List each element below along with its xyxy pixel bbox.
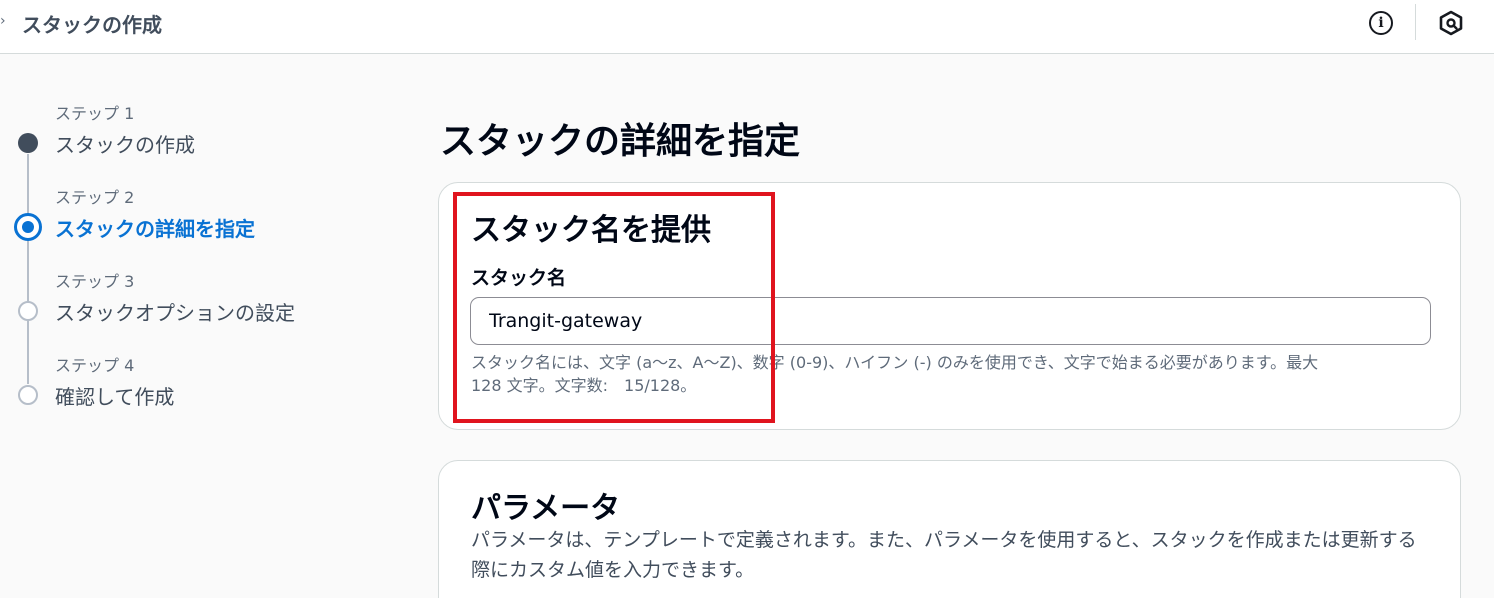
stack-name-input[interactable] [470,297,1431,345]
parameters-description: パラメータは、テンプレートで定義されます。また、パラメータを使用すると、スタック… [471,529,1417,581]
hint-line: スタック名には、文字 (a〜z、A〜Z)、数字 (0-9)、ハイフン (-) の… [471,353,1319,372]
hint-line: 128 文字。文字数: 15/128。 [471,376,697,395]
step-pending-icon [18,301,38,321]
steps-connector [27,154,29,384]
step-complete-icon [18,133,38,153]
info-icon[interactable]: i [1369,11,1393,35]
stack-name-heading: スタック名を提供 [471,213,711,248]
step-pending-icon [18,385,38,405]
parameters-heading: パラメータ [471,491,621,526]
step-current-icon [14,213,42,241]
divider [1415,4,1416,40]
page-title: スタックの詳細を指定 [440,121,801,162]
step-label: ステップ 3 [55,272,135,291]
step-title: スタックオプションの設定 [55,301,295,325]
breadcrumb[interactable]: スタックの作成 [22,9,162,38]
step-title: 確認して作成 [55,385,175,409]
top-bar: › スタックの作成 i [0,0,1494,54]
stack-name-label: スタック名 [471,267,567,289]
cloudshell-icon[interactable] [1438,10,1464,36]
stack-name-panel: スタック名を提供 スタック名 スタック名には、文字 (a〜z、A〜Z)、数字 (… [438,182,1461,430]
stack-name-constraint-text: スタック名には、文字 (a〜z、A〜Z)、数字 (0-9)、ハイフン (-) の… [471,351,1421,397]
chevron-right-icon: › [0,13,6,29]
step-title[interactable]: スタックの詳細を指定 [55,213,255,242]
step-label: ステップ 4 [55,356,135,375]
step-label: ステップ 2 [55,188,135,207]
step-title[interactable]: スタックの作成 [55,129,195,158]
step-label: ステップ 1 [55,104,135,123]
parameters-panel: パラメータ パラメータは、テンプレートで定義されます。また、パラメータを使用する… [438,460,1461,598]
